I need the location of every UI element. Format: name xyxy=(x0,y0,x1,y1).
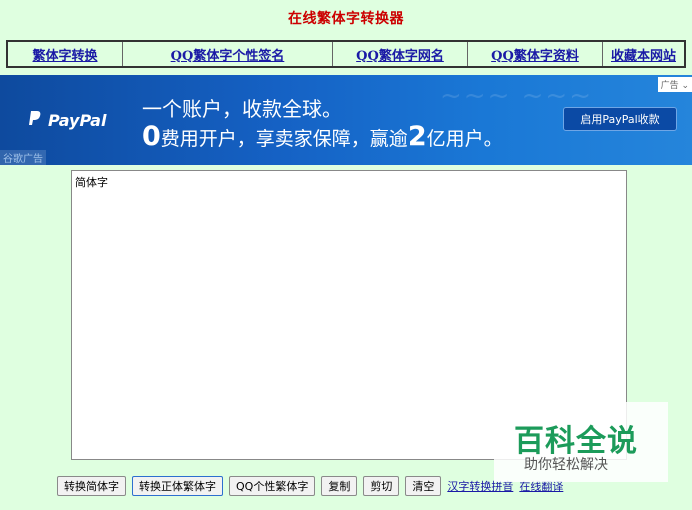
ad-sub-lead: 0 xyxy=(142,121,161,152)
ad-sub-mid: 费用开户，享卖家保障，赢逾 xyxy=(160,128,408,150)
nav-item-qq-signature[interactable]: QQ繁体字个性签名 xyxy=(123,42,333,66)
watermark-logo: 百科全说 助你轻松解决 xyxy=(494,402,668,482)
ad-cta-button[interactable]: 启用PayPal收款 xyxy=(563,107,677,131)
convert-traditional-button[interactable]: 转换正体繁体字 xyxy=(132,476,223,496)
ad-headline: 一个账户，收款全球。 xyxy=(142,97,342,121)
ad-sub-num: 2 xyxy=(407,121,427,152)
clear-button[interactable]: 清空 xyxy=(405,476,442,496)
action-bar: 转换简体字 转换正体繁体字 QQ个性繁体字 复制 剪切 清空 汉字转换拼音 在线… xyxy=(57,476,563,496)
ad-flag-label: 广告 xyxy=(660,81,679,91)
cut-button[interactable]: 剪切 xyxy=(363,476,400,496)
paypal-brand-text: PayPal xyxy=(48,111,107,130)
convert-simplified-button[interactable]: 转换简体字 xyxy=(57,476,126,496)
copy-button[interactable]: 复制 xyxy=(321,476,358,496)
ad-subline: 0费用开户，享卖家保障，赢逾2亿用户。 xyxy=(142,121,503,152)
nav-item-traditional-converter[interactable]: 繁体字转换 xyxy=(8,42,123,66)
page-title: 在线繁体字转换器 xyxy=(288,11,404,27)
paypal-p-icon xyxy=(28,110,42,130)
top-nav: 繁体字转换 QQ繁体字个性签名 QQ繁体字网名 QQ繁体字资料 收藏本网站 xyxy=(6,40,686,68)
nav-item-qq-nickname[interactable]: QQ繁体字网名 xyxy=(333,42,468,66)
qq-traditional-button[interactable]: QQ个性繁体字 xyxy=(229,476,316,496)
ad-source-label: 谷歌广告 xyxy=(0,150,46,165)
nav-item-qq-profile[interactable]: QQ繁体字资料 xyxy=(468,42,603,66)
nav-item-bookmark-site[interactable]: 收藏本网站 xyxy=(603,42,684,66)
ad-choices-flag[interactable]: 广告 ⌄ xyxy=(657,77,692,92)
ad-sub-tail: 亿用户。 xyxy=(426,128,503,150)
chevron-down-icon: ⌄ xyxy=(681,81,689,91)
ad-banner[interactable]: ~~~ ~~~ PayPal 一个账户，收款全球。 0费用开户，享卖家保障，赢逾… xyxy=(0,75,692,165)
paypal-logo: PayPal xyxy=(28,110,106,130)
watermark-tagline: 助你轻松解决 xyxy=(524,457,608,473)
